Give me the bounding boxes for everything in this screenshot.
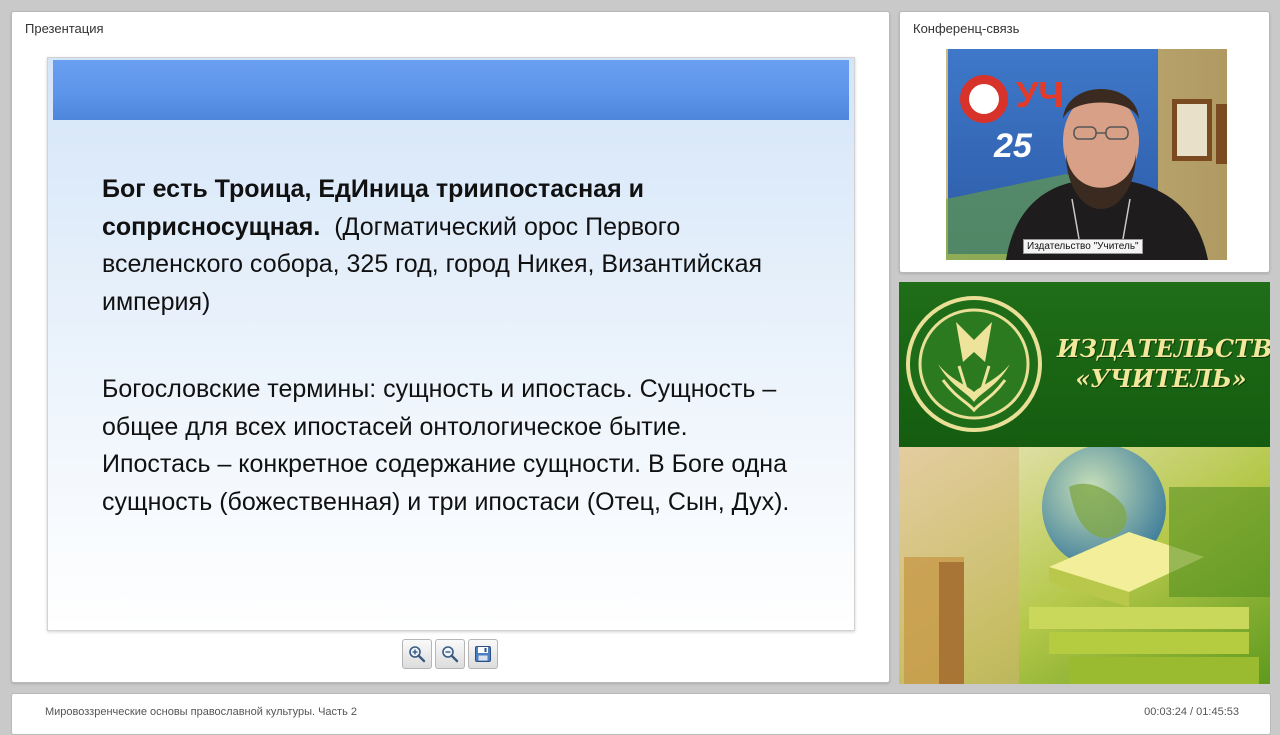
publisher-name-line2: «УЧИТЕЛЬ»	[1075, 364, 1247, 393]
presentation-panel: Презентация Бог есть Троица, ЕдИница три…	[11, 11, 890, 683]
time-separator: /	[1187, 706, 1197, 718]
zoom-in-button[interactable]	[402, 639, 432, 669]
publisher-banner: ИЗДАТЕЛЬСТВО «УЧИТЕЛЬ»	[899, 282, 1270, 684]
svg-text:УЧ: УЧ	[1016, 74, 1064, 115]
slide-paragraph-2: Богословские термины: сущность и ипостас…	[102, 375, 790, 516]
publisher-name-line1: ИЗДАТЕЛЬСТВО	[1057, 334, 1270, 363]
zoom-in-icon	[409, 646, 426, 663]
video-caption: Издательство "Учитель"	[1023, 239, 1143, 254]
save-button[interactable]	[468, 639, 498, 669]
slide-toolbar	[402, 639, 498, 669]
floppy-disk-icon	[475, 646, 491, 662]
zoom-out-icon	[442, 646, 459, 663]
video-frame-image: УЧ 25	[946, 49, 1227, 260]
current-time: 00:03:24	[1144, 706, 1187, 718]
banner-logo-area: ИЗДАТЕЛЬСТВО «УЧИТЕЛЬ»	[899, 282, 1270, 447]
conference-panel-title: Конференц-связь	[913, 21, 1020, 36]
publisher-logo-icon	[906, 296, 1042, 432]
slide-paragraph-1: Бог есть Троица, ЕдИница триипостасная и…	[102, 171, 792, 321]
lecture-title: Мировоззренческие основы православной ку…	[45, 706, 357, 718]
banner-books-globe-image	[899, 445, 1270, 684]
presentation-panel-title: Презентация	[25, 21, 104, 36]
slide-header-bar	[53, 60, 849, 120]
publisher-name: ИЗДАТЕЛЬСТВО «УЧИТЕЛЬ»	[1057, 334, 1270, 394]
svg-text:25: 25	[993, 127, 1033, 165]
books-globe-illustration	[899, 445, 1270, 684]
slide: Бог есть Троица, ЕдИница триипостасная и…	[47, 57, 855, 631]
total-time: 01:45:53	[1196, 706, 1239, 718]
footer-bar: Мировоззренческие основы православной ку…	[11, 693, 1271, 735]
conference-panel: Конференц-связь УЧ 25 Издательство "Учит…	[899, 11, 1270, 273]
zoom-out-button[interactable]	[435, 639, 465, 669]
video-feed[interactable]: УЧ 25 Издательство "Учитель"	[946, 49, 1227, 260]
playback-time: 00:03:24 / 01:45:53	[1144, 706, 1239, 718]
